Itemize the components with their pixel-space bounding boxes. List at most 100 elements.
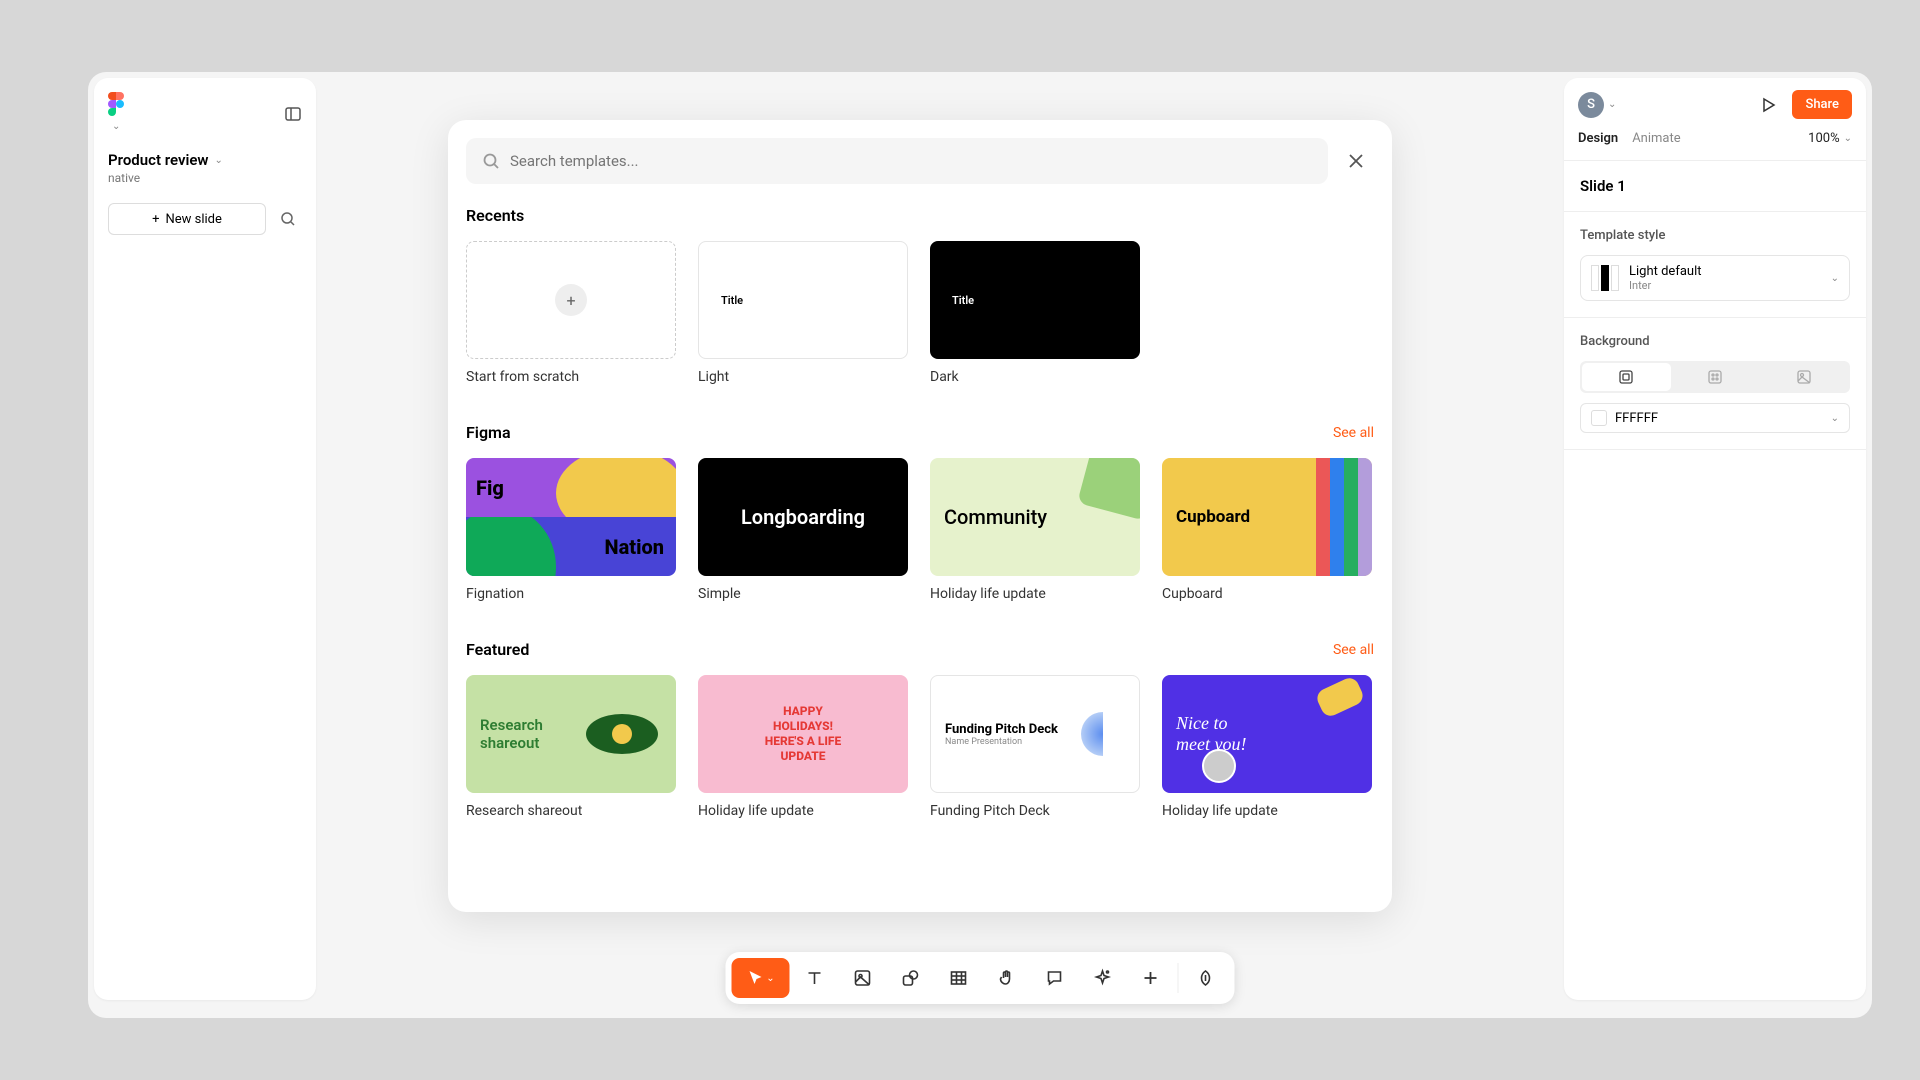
- bg-gradient-option[interactable]: [1671, 363, 1760, 391]
- thumb-text: HAPPY HOLIDAYS! HERE'S A LIFE UPDATE: [765, 704, 841, 764]
- see-all-figma[interactable]: See all: [1333, 425, 1374, 441]
- background-type-toggle: [1580, 361, 1850, 393]
- shape-tool[interactable]: [888, 958, 934, 998]
- background-color-input[interactable]: FFFFFF ⌄: [1580, 403, 1850, 433]
- card-label: Cupboard: [1162, 586, 1372, 602]
- template-card-fignation[interactable]: Fig Nation Fignation: [466, 458, 676, 602]
- template-card-community[interactable]: Community Holiday life update: [930, 458, 1140, 602]
- table-tool[interactable]: [936, 958, 982, 998]
- thumb-text: Title: [952, 294, 974, 307]
- chevron-down-icon: ⌄: [1608, 99, 1616, 110]
- template-name: Light default: [1629, 264, 1821, 279]
- section-title-featured: Featured: [466, 640, 529, 659]
- image-tool[interactable]: [840, 958, 886, 998]
- see-all-featured[interactable]: See all: [1333, 642, 1374, 658]
- search-icon: [482, 152, 500, 170]
- template-font: Inter: [1629, 279, 1821, 292]
- card-label: Holiday life update: [698, 803, 908, 819]
- template-modal: Recents + Start from scratch Title Light…: [448, 120, 1392, 912]
- plus-icon: +: [152, 212, 159, 227]
- zoom-value: 100%: [1808, 131, 1839, 146]
- share-button[interactable]: Share: [1792, 90, 1852, 119]
- new-slide-label: New slide: [165, 212, 221, 227]
- card-label: Fignation: [466, 586, 676, 602]
- sparkle-tool[interactable]: [1080, 958, 1126, 998]
- thumb-text: Cupboard: [1176, 507, 1250, 527]
- background-label: Background: [1580, 334, 1850, 349]
- comment-tool[interactable]: [1032, 958, 1078, 998]
- thumb-text: Nice to meet you!: [1176, 713, 1246, 755]
- panel-toggle-icon[interactable]: [284, 105, 302, 123]
- close-button[interactable]: [1338, 143, 1374, 179]
- close-icon: [1347, 152, 1365, 170]
- card-label: Simple: [698, 586, 908, 602]
- thumb-text: Longboarding: [741, 505, 865, 529]
- template-card-dark[interactable]: Title Dark: [930, 241, 1140, 385]
- chevron-down-icon: ⌄: [766, 973, 774, 984]
- toolbar-divider: [1178, 963, 1179, 993]
- card-label: Research shareout: [466, 803, 676, 819]
- card-label: Holiday life update: [1162, 803, 1372, 819]
- left-panel: ⌄ Product review ⌄ native + New slide: [94, 78, 316, 1000]
- thumb-text: Nation: [605, 535, 665, 559]
- template-card-holiday[interactable]: HAPPY HOLIDAYS! HERE'S A LIFE UPDATE Hol…: [698, 675, 908, 819]
- tab-design[interactable]: Design: [1578, 131, 1618, 146]
- template-card-scratch[interactable]: + Start from scratch: [466, 241, 676, 385]
- cursor-tool[interactable]: ⌄: [732, 958, 790, 998]
- right-panel: S ⌄ Share Design Animate 100% ⌄ Slide 1 …: [1564, 78, 1866, 1000]
- card-label: Funding Pitch Deck: [930, 803, 1140, 819]
- thumb-text: Fig: [476, 476, 504, 500]
- template-style-label: Template style: [1580, 228, 1850, 243]
- template-card-simple[interactable]: Longboarding Simple: [698, 458, 908, 602]
- card-label: Dark: [930, 369, 1140, 385]
- text-tool[interactable]: [792, 958, 838, 998]
- template-card-light[interactable]: Title Light: [698, 241, 908, 385]
- document-title: Product review: [108, 151, 209, 169]
- tab-animate[interactable]: Animate: [1632, 131, 1680, 146]
- thumb-text: Funding Pitch Deck: [945, 722, 1139, 737]
- chevron-down-icon: ⌄: [1844, 133, 1852, 144]
- card-label: Start from scratch: [466, 369, 676, 385]
- thumb-text: Community: [944, 505, 1047, 529]
- dev-mode-tool[interactable]: [1183, 958, 1229, 998]
- card-label: Light: [698, 369, 908, 385]
- template-thumb-icon: [1591, 265, 1619, 291]
- decorative-avatar: [1202, 749, 1236, 783]
- toolbar: ⌄: [726, 952, 1235, 1004]
- chevron-down-icon: ⌄: [1831, 413, 1839, 424]
- color-value: FFFFFF: [1615, 411, 1823, 426]
- add-tool[interactable]: [1128, 958, 1174, 998]
- template-style-selector[interactable]: Light default Inter ⌄: [1580, 255, 1850, 301]
- thumb-subtext: Name Presentation: [945, 737, 1139, 747]
- avatar: S: [1578, 92, 1604, 118]
- hand-tool[interactable]: [984, 958, 1030, 998]
- present-button[interactable]: [1756, 93, 1780, 117]
- bg-image-option[interactable]: [1759, 363, 1848, 391]
- color-swatch: [1591, 410, 1607, 426]
- thumb-text: Title: [721, 294, 743, 307]
- chevron-down-icon: ⌄: [215, 155, 223, 166]
- app-frame: ⌄ Product review ⌄ native + New slide S: [88, 72, 1872, 1018]
- search-input[interactable]: [510, 152, 1312, 170]
- chevron-down-icon: ⌄: [1831, 273, 1839, 284]
- figma-logo-icon[interactable]: ⌄: [108, 92, 124, 135]
- user-menu[interactable]: S ⌄: [1578, 92, 1616, 118]
- template-card-cupboard[interactable]: Cupboard Cupboard: [1162, 458, 1372, 602]
- template-card-nice[interactable]: Nice to meet you! Holiday life update: [1162, 675, 1372, 819]
- decorative-stripes: [1316, 458, 1372, 576]
- bg-solid-option[interactable]: [1582, 363, 1671, 391]
- template-card-funding[interactable]: Funding Pitch Deck Name Presentation Fun…: [930, 675, 1140, 819]
- template-card-research[interactable]: Research shareout Research shareout: [466, 675, 676, 819]
- chevron-down-icon: ⌄: [112, 121, 120, 132]
- slide-title: Slide 1: [1564, 161, 1866, 212]
- card-label: Holiday life update: [930, 586, 1140, 602]
- zoom-control[interactable]: 100% ⌄: [1808, 131, 1852, 146]
- document-subtitle: native: [108, 171, 302, 185]
- search-box[interactable]: [466, 138, 1328, 184]
- search-slides-button[interactable]: [274, 205, 302, 233]
- section-title-recents: Recents: [466, 206, 524, 225]
- new-slide-button[interactable]: + New slide: [108, 203, 266, 235]
- document-title-row[interactable]: Product review ⌄: [108, 151, 302, 169]
- section-title-figma: Figma: [466, 423, 511, 442]
- thumb-text: Research shareout: [480, 716, 543, 752]
